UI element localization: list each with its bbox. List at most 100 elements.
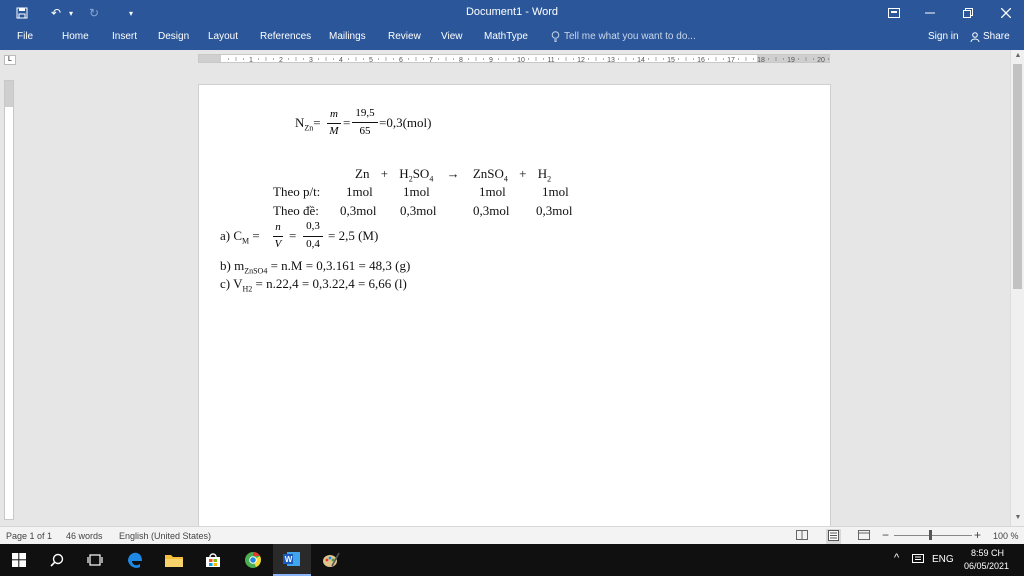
notification-icon[interactable] [912,554,924,568]
part-b: b) mZnSO4 = n.M = 0,3.161 = 48,3 (g) [220,258,411,276]
document-page[interactable]: NZn= m M = 19,5 65 =0,3(mol) Zn + H2SO4 … [198,84,831,534]
web-layout-icon[interactable] [858,530,870,542]
language-indicator[interactable]: English (United States) [119,531,211,541]
word-icon: W [283,552,300,566]
ruler-number: 13 [607,57,615,63]
fraction-mass-num: 19,5 [355,107,375,119]
close-icon[interactable] [988,0,1024,26]
ruler-number: 14 [637,57,645,63]
moles-result: =0,3(mol) [379,115,432,130]
chevron-up-icon[interactable]: ^ [894,552,899,564]
task-view-icon [87,554,103,566]
vertical-ruler[interactable] [4,80,14,520]
ruler-number: 7 [429,57,433,63]
window-title: Document1 - Word [465,6,559,18]
ruler-number: 16 [697,57,705,63]
reaction-equation: Zn + H2SO4 → ZnSO4 + H2 [355,166,552,184]
ruler-number: 19 [787,57,795,63]
status-bar: Page 1 of 1 46 words English (United Sta… [0,526,1024,544]
word-count[interactable]: 46 words [66,531,103,541]
tab-selector[interactable]: L [4,55,16,65]
zoom-level[interactable]: 100 % [993,531,1019,541]
svg-text:W: W [285,555,293,564]
ruler-ticks: 1 2 3 4 5 6 7 8 9 10 11 12 13 14 15 16 17 18 19 20 [228,57,829,63]
read-mode-icon[interactable] [796,530,808,542]
ruler-number: 18 [757,57,765,63]
ruler-number: 8 [459,57,463,63]
ruler-number: 20 [817,57,825,63]
print-layout-icon[interactable] [826,529,841,544]
ribbon-tabs: File Home Insert Design Layout Reference… [0,26,1024,50]
scroll-down-icon[interactable]: ▼ [1013,514,1023,524]
scroll-up-icon[interactable]: ▲ [1013,52,1023,62]
ruler-number: 5 [369,57,373,63]
tab-layout[interactable]: Layout [208,31,238,42]
part-c: c) VH2 = n.22,4 = 0,3.22,4 = 6,66 (l) [220,276,407,294]
chrome-app[interactable] [234,544,272,576]
title-bar: ↶ ▾ ↻ ▾ Document1 - Word [0,0,1024,26]
ribbon-display-options-icon[interactable] [876,0,912,26]
ruler-number: 10 [517,57,525,63]
clock-time[interactable]: 8:59 CH [971,548,1004,558]
lightbulb-icon [551,31,560,42]
search-button[interactable] [38,544,76,576]
ruler-number: 2 [279,57,283,63]
fraction-line [273,236,283,237]
row-de-label: Theo đề: [273,203,319,218]
fraction-value-num: 0,3 [306,220,320,232]
row-de-value: 0,3mol [400,203,437,218]
task-view-button[interactable] [76,544,114,576]
zoom-out-icon[interactable]: − [882,528,889,542]
zoom-slider[interactable] [894,535,972,536]
clock-date[interactable]: 06/05/2021 [964,561,1009,571]
row-de-value: 0,3mol [340,203,377,218]
windows-icon [12,553,26,567]
word-window: ↶ ▾ ↻ ▾ Document1 - Word File Home Inser… [0,0,1024,576]
tab-mathtype[interactable]: MathType [484,31,528,42]
fraction-line [352,122,378,123]
row-pt-value: 1mol [479,184,506,199]
edge-app[interactable] [116,544,154,576]
horizontal-ruler[interactable]: 1 2 3 4 5 6 7 8 9 10 11 12 13 14 15 16 17 18 19 20 [198,54,830,63]
tab-home[interactable]: Home [62,31,89,42]
part-a-label: a) CM = [220,228,260,246]
share-button[interactable]: Share [970,31,1010,42]
sign-in-link[interactable]: Sign in [928,31,959,42]
row-pt-value: 1mol [542,184,569,199]
tab-file[interactable]: File [17,31,33,42]
tell-me-search[interactable]: Tell me what you want to do... [551,31,696,42]
tab-mailings[interactable]: Mailings [329,31,366,42]
equals-sign: = [289,228,297,243]
tab-design[interactable]: Design [158,31,189,42]
minimize-icon[interactable] [912,0,948,26]
ruler-number: 1 [249,57,253,63]
tab-references[interactable]: References [260,31,311,42]
folder-icon [165,555,183,567]
input-language[interactable]: ENG [932,554,954,565]
fraction-n-num: n [275,221,281,233]
word-app[interactable]: W [273,544,311,576]
row-pt-value: 1mol [346,184,373,199]
edge-icon [128,552,142,568]
store-app[interactable] [194,544,232,576]
person-icon [970,31,980,42]
file-explorer-app[interactable] [155,544,193,576]
page-count[interactable]: Page 1 of 1 [6,531,52,541]
tab-view[interactable]: View [441,31,463,42]
ruler-number: 15 [667,57,675,63]
equals-sign: = [343,115,351,130]
restore-icon[interactable] [950,0,986,26]
paint-app[interactable] [312,544,350,576]
ruler-number: 6 [399,57,403,63]
store-icon [206,553,220,567]
start-button[interactable] [0,544,38,576]
scrollbar-thumb[interactable] [1013,64,1022,289]
row-de-value: 0,3mol [536,203,573,218]
ruler-number: 3 [309,57,313,63]
vertical-scrollbar[interactable]: ▲ ▼ [1010,50,1024,526]
zoom-slider-thumb[interactable] [929,530,932,540]
zoom-in-icon[interactable]: + [974,528,981,542]
tab-review[interactable]: Review [388,31,421,42]
tab-insert[interactable]: Insert [112,31,137,42]
ruler-number: 4 [339,57,343,63]
